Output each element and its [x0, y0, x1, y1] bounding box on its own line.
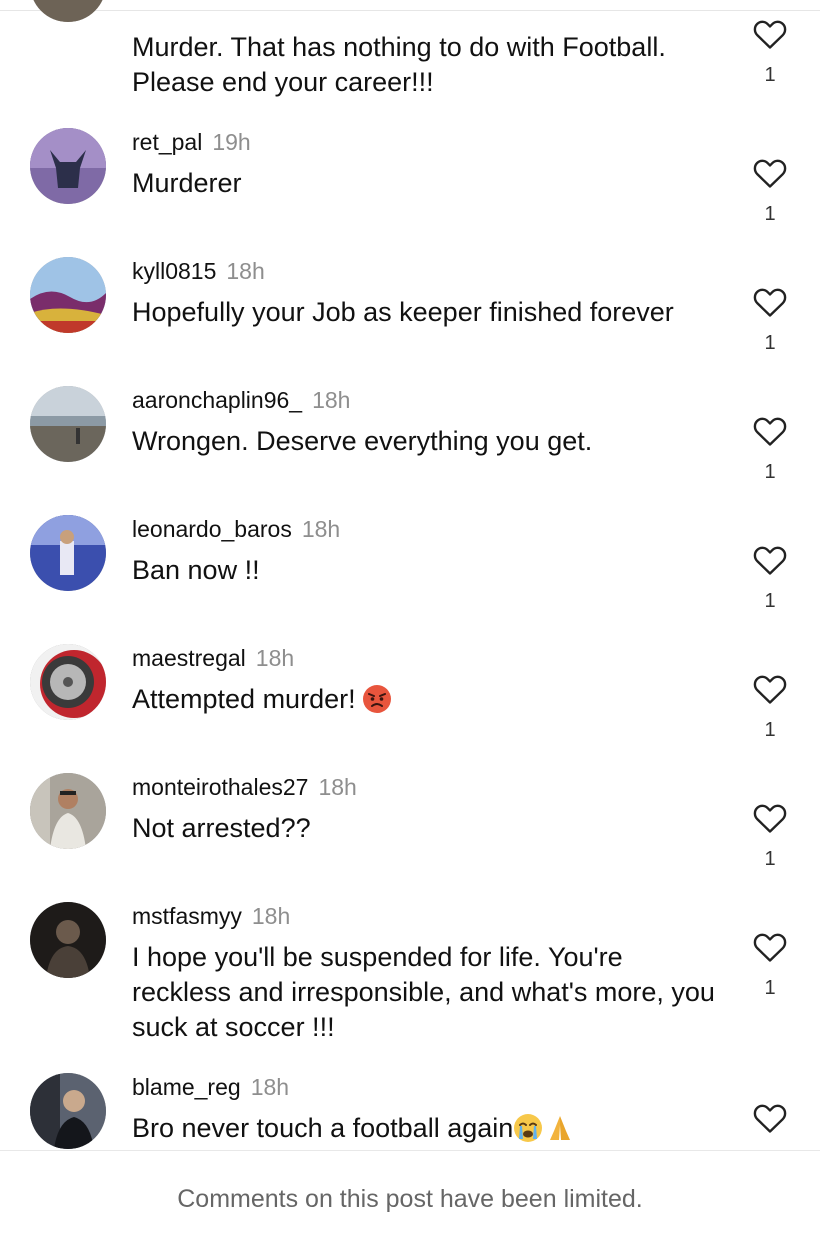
username-link[interactable]: mstfasmyy: [132, 903, 242, 929]
avatar[interactable]: [30, 773, 106, 849]
comment-item: Murder. That has nothing to do with Foot…: [0, 0, 820, 97]
comment-item: aaronchaplin96_ 18h Wrongen. Deserve ever…: [0, 386, 820, 514]
comment-item: blame_reg 18h Bro never touch a football …: [0, 1073, 820, 1150]
comment-item: leonardo_baros 18h Ban now !! 1: [0, 515, 820, 643]
comment-meta: kyll0815 18h: [132, 257, 265, 285]
comment-text: Hopefully your Job as keeper finished fo…: [132, 297, 674, 327]
like-count: 1: [764, 332, 776, 354]
username-link[interactable]: kyll0815: [132, 258, 216, 284]
username-link[interactable]: ret_pal: [132, 129, 202, 155]
avatar[interactable]: [30, 128, 106, 204]
like-count: 1: [764, 461, 776, 483]
comment-item: monteirothales27 18h Not arrested?? 1: [0, 773, 820, 901]
like-count: 1: [764, 64, 776, 86]
heart-outline-icon[interactable]: [752, 543, 788, 576]
comment-meta: blame_reg 18h: [132, 1073, 289, 1101]
timestamp: 18h: [251, 903, 291, 929]
like-count: 1: [764, 203, 776, 225]
avatar[interactable]: [30, 644, 106, 720]
comment-text-content: Bro never touch a football again: [132, 1113, 514, 1143]
timestamp: 18h: [318, 774, 357, 800]
username-link[interactable]: leonardo_baros: [132, 516, 292, 542]
like-count: 1: [764, 977, 776, 999]
username-link[interactable]: monteirothales27: [132, 774, 308, 800]
username-link[interactable]: aaronchaplin96_: [132, 387, 302, 413]
comment-text: Murderer: [132, 168, 242, 198]
avatar[interactable]: [30, 515, 106, 591]
like-button[interactable]: 1: [750, 156, 790, 226]
comment-text: Attempted murder!: [132, 682, 722, 717]
heart-outline-icon[interactable]: [752, 285, 788, 318]
heart-outline-icon[interactable]: [752, 17, 788, 50]
like-count: 1: [764, 590, 776, 612]
timestamp: 18h: [226, 258, 265, 284]
timestamp: 18h: [301, 516, 341, 542]
comment-meta: aaronchaplin96_ 18h: [132, 386, 350, 414]
comment-text: Murder. That has nothing to do with Foot…: [132, 32, 666, 97]
comment-text-content: Attempted murder!: [132, 684, 356, 714]
username-link[interactable]: maestregal: [132, 645, 246, 671]
like-button[interactable]: 1: [750, 414, 790, 484]
avatar[interactable]: [30, 257, 106, 333]
heart-outline-icon[interactable]: [752, 930, 788, 963]
timestamp: 18h: [255, 645, 295, 671]
heart-outline-icon[interactable]: [752, 414, 788, 447]
comment-meta: maestregal 18h: [132, 644, 294, 672]
comment-meta: mstfasmyy 18h: [132, 902, 290, 930]
comment-text: Ban now !!: [132, 555, 260, 585]
like-button[interactable]: 1: [750, 930, 790, 1000]
comments-list: Murder. That has nothing to do with Foot…: [0, 0, 820, 1150]
folded-hands-emoji: [550, 1116, 571, 1140]
heart-outline-icon[interactable]: [752, 156, 788, 189]
username-link[interactable]: blame_reg: [132, 1074, 241, 1100]
comment-item: kyll0815 18h Hopefully your Job as keeper…: [0, 257, 820, 385]
heart-outline-icon[interactable]: [752, 672, 788, 705]
like-button[interactable]: 1: [750, 17, 790, 87]
heart-outline-icon[interactable]: [752, 1101, 788, 1134]
comment-item: ret_pal 19h Murderer 1: [0, 128, 820, 256]
timestamp: 19h: [212, 129, 251, 155]
timestamp: 18h: [312, 387, 351, 413]
avatar[interactable]: [30, 1073, 106, 1149]
comment-text: Not arrested??: [132, 813, 311, 843]
like-button[interactable]: 1: [750, 543, 790, 613]
comment-text: I hope you'll be suspended for life. You…: [132, 942, 715, 1042]
avatar[interactable]: [30, 0, 106, 22]
like-count: 1: [764, 719, 776, 741]
avatar[interactable]: [30, 902, 106, 978]
comment-text: Bro never touch a football again: [132, 1111, 722, 1146]
comment-item: maestregal 18h Attempted murder! 1: [0, 644, 820, 772]
crying-face-emoji: [514, 1114, 543, 1142]
like-button[interactable]: 1: [750, 672, 790, 742]
like-count: 1: [764, 848, 776, 870]
comments-limited-notice: Comments on this post have been limited.: [177, 1185, 643, 1213]
comment-item: mstfasmyy 18h I hope you'll be suspended …: [0, 902, 820, 1072]
comment-text: Wrongen. Deserve everything you get.: [132, 426, 593, 456]
comments-limited-footer: Comments on this post have been limited.: [0, 1150, 820, 1249]
angry-face-emoji: [362, 685, 391, 713]
heart-outline-icon[interactable]: [752, 801, 788, 834]
comment-meta: monteirothales27 18h: [132, 773, 357, 801]
comment-meta: leonardo_baros 18h: [132, 515, 340, 543]
timestamp: 18h: [250, 1074, 290, 1100]
avatar[interactable]: [30, 386, 106, 462]
like-button[interactable]: 1: [750, 285, 790, 355]
like-button[interactable]: [750, 1101, 790, 1148]
comment-meta: ret_pal 19h: [132, 128, 251, 156]
like-button[interactable]: 1: [750, 801, 790, 871]
